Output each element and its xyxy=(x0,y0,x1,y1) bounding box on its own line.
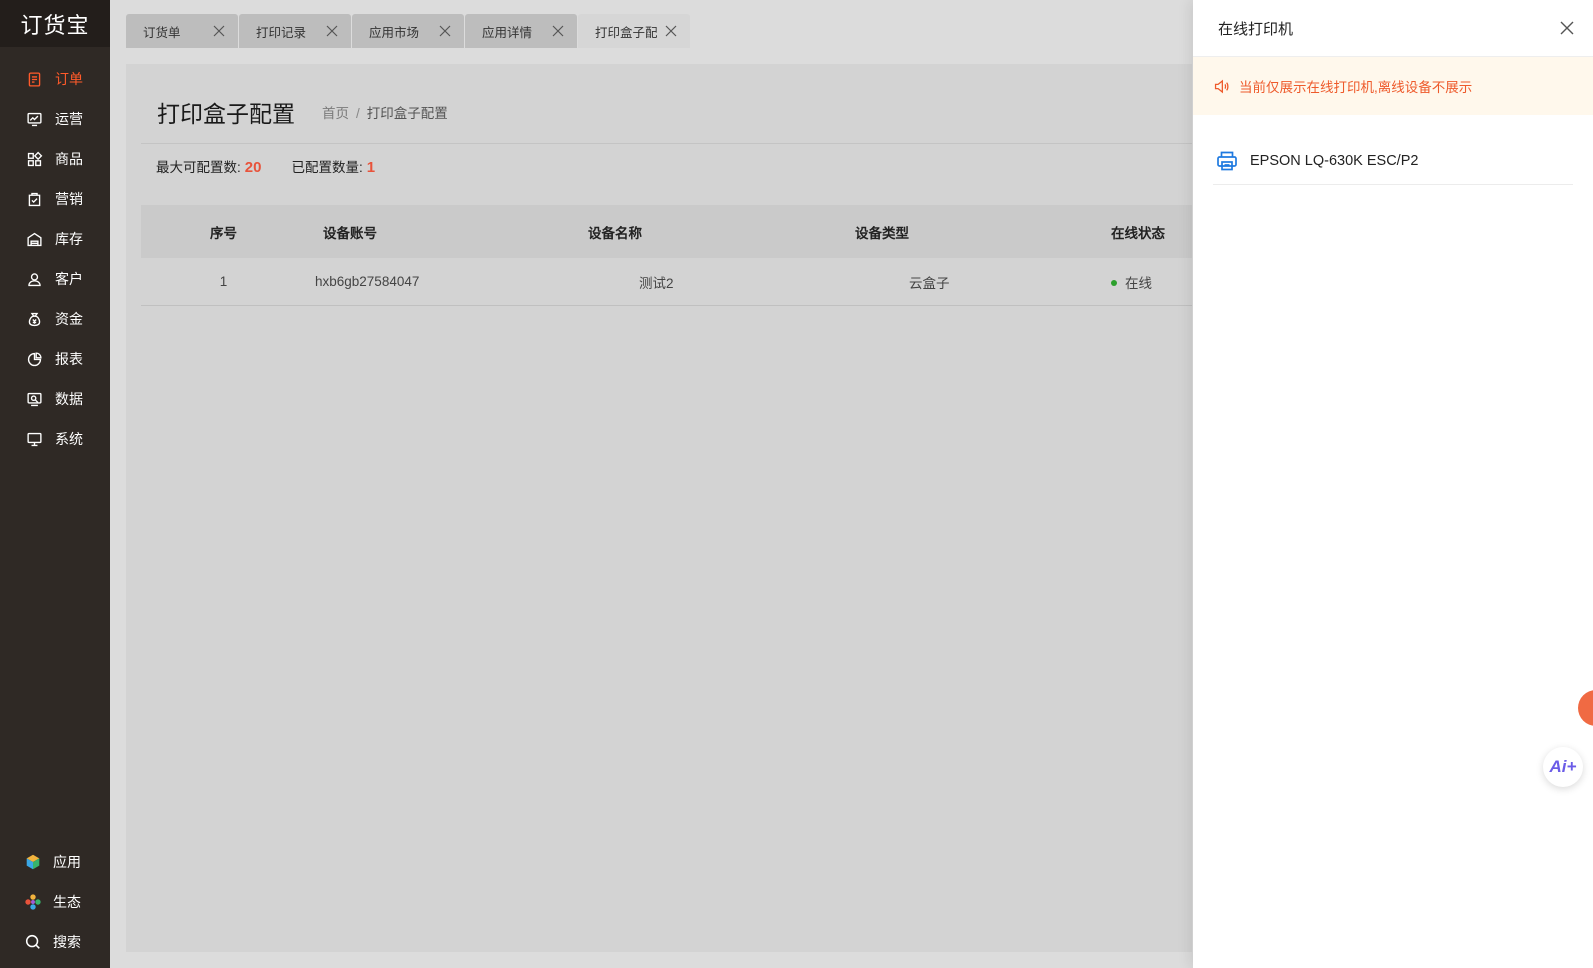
sidebar-item-label: 应用 xyxy=(53,854,81,870)
sidebar-item-label: 系统 xyxy=(55,431,83,447)
sidebar-item-label: 报表 xyxy=(55,351,83,367)
notice-text: 当前仅展示在线打印机,离线设备不展示 xyxy=(1239,80,1473,95)
cell-index: 1 xyxy=(219,274,228,289)
close-icon[interactable] xyxy=(664,24,678,38)
sidebar: 订货宝 订单 运营 商品 营销 库存 客户 资金 报表 数据 系统 应用 生态 … xyxy=(0,0,110,968)
money-bag-icon xyxy=(28,312,41,326)
online-status-dot xyxy=(1111,279,1117,286)
sidebar-item-reports[interactable]: 报表 xyxy=(0,339,110,379)
configured-count-label: 已配置数量: xyxy=(291,160,363,175)
sidebar-item-funds[interactable]: 资金 xyxy=(0,299,110,339)
tab-label: 应用详情 xyxy=(482,25,533,40)
ai-assistant-button[interactable]: Ai+ xyxy=(1543,747,1583,787)
tab-app-detail[interactable]: 应用详情 xyxy=(465,14,577,48)
close-icon[interactable] xyxy=(551,24,565,38)
main-content: 打印盒子配置 首页 / 打印盒子配置 最大可配置数: 20 已配置数量: 1 序号 … xyxy=(126,64,1192,952)
sidebar-item-system[interactable]: 系统 xyxy=(0,419,110,459)
tab-label: 打印盒子配置 xyxy=(595,25,657,40)
column-header: 设备类型 xyxy=(855,225,909,241)
user-icon xyxy=(28,272,41,286)
max-config-value: 20 xyxy=(244,159,262,176)
column-header: 设备名称 xyxy=(588,225,642,241)
max-config-label: 最大可配置数: xyxy=(156,160,241,175)
printer-list-item[interactable]: EPSON LQ-630K ESC/P2 xyxy=(1213,137,1573,185)
cell-online-status: 在线 xyxy=(1091,272,1192,292)
breadcrumb-home[interactable]: 首页 xyxy=(322,106,349,121)
sidebar-item-label: 搜索 xyxy=(53,934,81,950)
table-row[interactable]: 1 hxb6gb27584047 测试2 云盒子 在线 xyxy=(141,258,1192,306)
device-table: 序号 设备账号 设备名称 设备类型 在线状态 1 hxb6gb27584047 … xyxy=(141,205,1192,306)
divider xyxy=(141,143,1192,144)
tab-order-sheet[interactable]: 订货单 xyxy=(126,14,238,48)
tab-print-box-config[interactable]: 打印盒子配置 xyxy=(578,14,690,48)
cell-device-type: 云盒子 xyxy=(909,275,950,291)
drawer-header: 在线打印机 xyxy=(1193,0,1593,57)
status-text: 在线 xyxy=(1125,275,1152,291)
column-header: 序号 xyxy=(210,225,237,241)
breadcrumb: 首页 / 打印盒子配置 xyxy=(322,102,448,122)
app-cube-icon xyxy=(26,854,40,870)
sidebar-item-search[interactable]: 搜索 xyxy=(0,922,110,962)
sidebar-item-label: 运营 xyxy=(55,111,83,127)
sidebar-item-label: 客户 xyxy=(55,271,83,287)
sidebar-item-label: 资金 xyxy=(55,311,83,327)
table-header: 序号 设备账号 设备名称 设备类型 在线状态 xyxy=(141,205,1192,258)
sidebar-item-label: 营销 xyxy=(55,191,83,207)
notice-banner: 当前仅展示在线打印机,离线设备不展示 xyxy=(1193,57,1593,115)
marketing-icon xyxy=(28,192,41,206)
tab-label: 订货单 xyxy=(143,25,181,40)
printer-icon xyxy=(1217,151,1237,170)
operation-icon xyxy=(27,112,42,126)
sidebar-item-operation[interactable]: 运营 xyxy=(0,99,110,139)
tab-label: 打印记录 xyxy=(256,25,307,40)
column-header: 在线状态 xyxy=(1111,225,1165,241)
warehouse-icon xyxy=(27,232,42,246)
close-icon[interactable] xyxy=(438,24,452,38)
data-icon xyxy=(27,392,42,406)
tab-label: 应用市场 xyxy=(369,25,420,40)
sidebar-item-ecosystem[interactable]: 生态 xyxy=(0,882,110,922)
cell-device-name: 测试2 xyxy=(639,275,674,291)
app-logo[interactable]: 订货宝 xyxy=(0,0,110,47)
sidebar-item-order[interactable]: 订单 xyxy=(0,59,110,99)
breadcrumb-current: 打印盒子配置 xyxy=(366,106,448,121)
drawer-title: 在线打印机 xyxy=(1218,21,1294,38)
printer-name: EPSON LQ-630K ESC/P2 xyxy=(1250,152,1419,169)
sidebar-item-label: 订单 xyxy=(55,71,83,87)
sidebar-item-data[interactable]: 数据 xyxy=(0,379,110,419)
sidebar-item-label: 库存 xyxy=(55,231,83,247)
sidebar-item-label: 数据 xyxy=(55,391,83,407)
order-icon xyxy=(28,71,41,87)
ecosystem-flower-icon xyxy=(25,894,41,910)
close-icon[interactable] xyxy=(1559,20,1575,36)
column-header: 设备账号 xyxy=(323,225,377,241)
tab-bar: 订货单 打印记录 应用市场 应用详情 打印盒子配置 xyxy=(126,14,691,48)
monitor-icon xyxy=(27,432,42,446)
page-title: 打印盒子配置 xyxy=(157,101,295,127)
configured-count-value: 1 xyxy=(366,159,376,176)
breadcrumb-separator: / xyxy=(356,106,360,121)
tab-app-market[interactable]: 应用市场 xyxy=(352,14,464,48)
sidebar-item-apps[interactable]: 应用 xyxy=(0,842,110,882)
sidebar-item-warehouse[interactable]: 库存 xyxy=(0,219,110,259)
sidebar-item-goods[interactable]: 商品 xyxy=(0,139,110,179)
close-icon[interactable] xyxy=(325,24,339,38)
cell-account: hxb6gb27584047 xyxy=(315,274,420,289)
config-stats: 最大可配置数: 20 已配置数量: 1 xyxy=(156,156,375,176)
speaker-icon xyxy=(1214,79,1229,93)
bottom-nav: 应用 生态 搜索 xyxy=(0,842,110,968)
tab-print-records[interactable]: 打印记录 xyxy=(239,14,351,48)
sidebar-item-customer[interactable]: 客户 xyxy=(0,259,110,299)
main-nav: 订单 运营 商品 营销 库存 客户 资金 报表 数据 系统 xyxy=(0,47,110,459)
sidebar-item-label: 生态 xyxy=(53,894,81,910)
goods-icon xyxy=(27,151,43,166)
online-printer-drawer: 在线打印机 当前仅展示在线打印机,离线设备不展示 EPSON LQ-630K E… xyxy=(1193,0,1593,968)
pie-chart-icon xyxy=(27,351,42,366)
close-icon[interactable] xyxy=(212,24,226,38)
sidebar-item-label: 商品 xyxy=(55,151,83,167)
search-icon xyxy=(25,934,40,949)
sidebar-item-marketing[interactable]: 营销 xyxy=(0,179,110,219)
